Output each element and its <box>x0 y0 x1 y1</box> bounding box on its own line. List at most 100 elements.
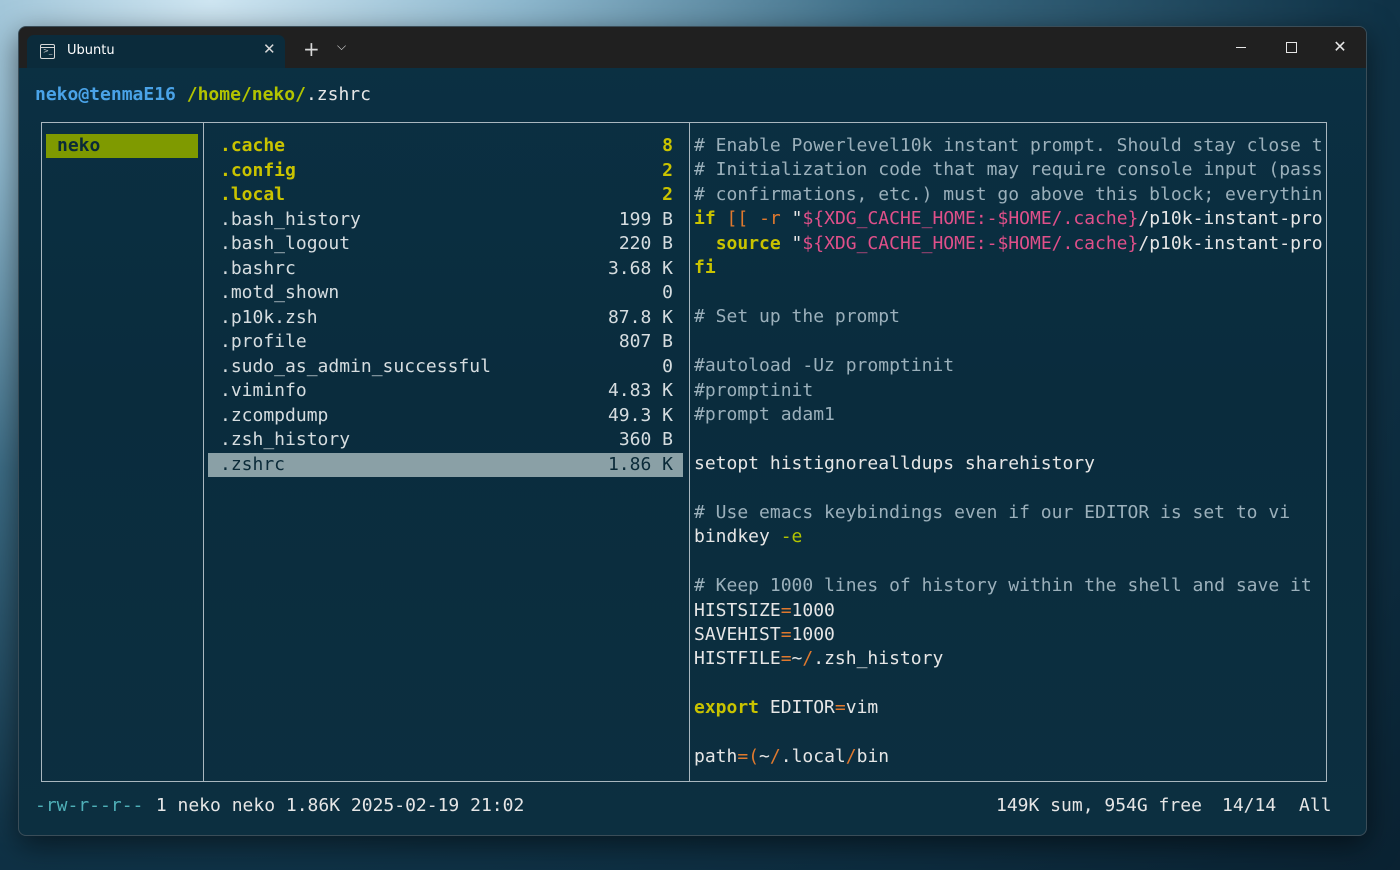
file-size: 0 <box>662 355 673 377</box>
preview-line: #promptinit <box>694 379 813 403</box>
file-list-item[interactable]: .bash_logout 220 B <box>208 232 683 256</box>
file-list-item[interactable]: .zsh_history 360 B <box>208 428 683 452</box>
file-list-item[interactable]: .viminfo 4.83 K <box>208 379 683 403</box>
preview-line: if [[ -r "${XDG_CACHE_HOME:-$HOME/.cache… <box>694 207 1322 231</box>
column-divider <box>689 123 690 781</box>
code-token: 1000 <box>791 624 835 645</box>
preview-line: # Keep 1000 lines of history within the … <box>694 574 1312 598</box>
code-token: = <box>780 648 792 670</box>
file-list-item[interactable]: .profile 807 B <box>208 330 683 354</box>
code-token: # Initialization code that may require c… <box>694 159 1322 181</box>
file-preview: # Enable Powerlevel10k instant prompt. S… <box>694 134 1322 774</box>
file-name: .sudo_as_admin_successful <box>220 355 491 377</box>
code-token: path <box>694 746 738 768</box>
file-name: .bash_logout <box>220 233 351 254</box>
preview-line: export EDITOR=vim <box>694 696 878 720</box>
code-token: fi <box>694 257 716 279</box>
file-name: .bashrc <box>220 257 296 279</box>
file-name: .zcompdump <box>220 404 329 426</box>
file-list-item[interactable]: .motd_shown 0 <box>208 281 683 305</box>
current-path: /home/neko/ <box>186 84 306 105</box>
status-position: 14/14 <box>1222 795 1277 816</box>
tab-ubuntu[interactable]: Ubuntu ✕ <box>27 35 285 68</box>
code-token: " <box>780 208 803 230</box>
code-token: #autoload -Uz promptinit <box>694 355 955 377</box>
file-size: 87.8 K <box>607 306 673 328</box>
file-name: .cache <box>220 135 286 156</box>
file-size: 8 <box>662 135 673 156</box>
chevron-down-icon[interactable]: ⌵ <box>337 39 346 54</box>
parent-dir-item[interactable]: neko <box>46 134 198 158</box>
file-list-item[interactable]: .local 2 <box>208 183 683 207</box>
ranger-header: neko@tenmaE16 /home/neko/.zshrc <box>35 83 371 107</box>
code-token: #prompt adam1 <box>694 403 835 425</box>
code-token: bin <box>856 746 890 768</box>
code-token: -e <box>780 526 803 548</box>
tab-close-icon[interactable]: ✕ <box>263 40 276 58</box>
file-size: 3.68 K <box>607 257 673 279</box>
code-token: / <box>802 648 814 670</box>
preview-line: # Initialization code that may require c… <box>694 158 1322 182</box>
code-token: .local <box>780 746 846 768</box>
tab-title: Ubuntu <box>67 43 115 58</box>
close-window-button[interactable]: ✕ <box>1317 34 1363 60</box>
file-name: .p10k.zsh <box>220 306 318 328</box>
file-list-item[interactable]: .config 2 <box>208 159 683 183</box>
code-token: ${XDG_CACHE_HOME:-$HOME/.cache} <box>802 208 1139 230</box>
code-token: / <box>769 746 781 768</box>
ranger-frame: neko .cache 8 .config 2 .local 2 .bash_history… <box>41 122 1327 782</box>
file-size: 807 B <box>618 331 673 352</box>
minimize-button[interactable] <box>1218 34 1264 60</box>
preview-line: #autoload -Uz promptinit <box>694 354 954 378</box>
file-name: .zshrc <box>220 453 286 475</box>
file-size: 360 B <box>618 429 673 450</box>
title-bar: Ubuntu ✕ + ⌵ ✕ <box>19 27 1366 68</box>
file-list-item[interactable]: .zshrc 1.86 K <box>208 452 683 477</box>
preview-line: # Set up the prompt <box>694 305 900 329</box>
code-token: ~ <box>759 746 770 768</box>
code-token: =( <box>737 746 760 768</box>
status-disk-usage: 149K sum, 954G free <box>996 795 1202 816</box>
preview-line: fi <box>694 256 716 280</box>
file-list-item[interactable]: .zcompdump 49.3 K <box>208 404 683 428</box>
file-size: 49.3 K <box>607 404 673 426</box>
code-token: setopt histignorealldups sharehistory <box>694 452 1095 474</box>
new-tab-button[interactable]: + <box>303 37 320 61</box>
code-token: /p10k-instant-pro <box>1138 232 1322 254</box>
status-file-info: 1 neko neko 1.86K 2025-02-19 21:02 <box>145 795 525 816</box>
file-name: .config <box>220 159 296 181</box>
preview-line: setopt histignorealldups sharehistory <box>694 452 1095 476</box>
code-token: ~ <box>791 648 803 670</box>
code-token: .zsh_history <box>813 648 944 670</box>
code-token: if <box>694 208 716 230</box>
code-token: # confirmations, etc.) must go above thi… <box>694 183 1322 205</box>
file-list-item[interactable]: .sudo_as_admin_successful 0 <box>208 355 683 379</box>
code-token: = <box>834 697 846 719</box>
code-token: = <box>780 599 792 621</box>
file-list-item[interactable]: .bash_history 199 B <box>208 208 683 232</box>
terminal-icon <box>40 44 55 59</box>
code-token: SAVEHIST <box>694 624 781 645</box>
file-list-item[interactable]: .cache 8 <box>208 134 683 158</box>
preview-line: bindkey -e <box>694 525 802 549</box>
code-token: # Enable Powerlevel10k instant prompt. S… <box>694 135 1322 156</box>
maximize-button[interactable] <box>1268 34 1314 60</box>
file-list-item[interactable]: .p10k.zsh 87.8 K <box>208 306 683 330</box>
code-token: # Use emacs keybindings even if our EDIT… <box>694 501 1291 523</box>
file-list-item[interactable]: .bashrc 3.68 K <box>208 257 683 281</box>
code-token: #promptinit <box>694 379 814 401</box>
file-name: .bash_history <box>220 208 361 230</box>
preview-line: HISTFILE=~/.zsh_history <box>694 647 943 671</box>
preview-line: source "${XDG_CACHE_HOME:-$HOME/.cache}/… <box>694 232 1322 256</box>
code-token: HISTSIZE <box>694 599 781 621</box>
terminal-window: Ubuntu ✕ + ⌵ ✕ neko@tenmaE16 /home/neko/… <box>18 26 1367 836</box>
user-host: neko@tenmaE16 <box>35 84 176 105</box>
status-permissions: -rw-r--r-- <box>35 795 144 816</box>
code-token: EDITOR <box>759 697 835 719</box>
code-token: = <box>780 624 792 645</box>
code-token: 1000 <box>791 599 835 621</box>
terminal-content[interactable]: neko@tenmaE16 /home/neko/.zshrc neko .ca… <box>19 68 1366 835</box>
file-name: .zsh_history <box>220 429 351 450</box>
